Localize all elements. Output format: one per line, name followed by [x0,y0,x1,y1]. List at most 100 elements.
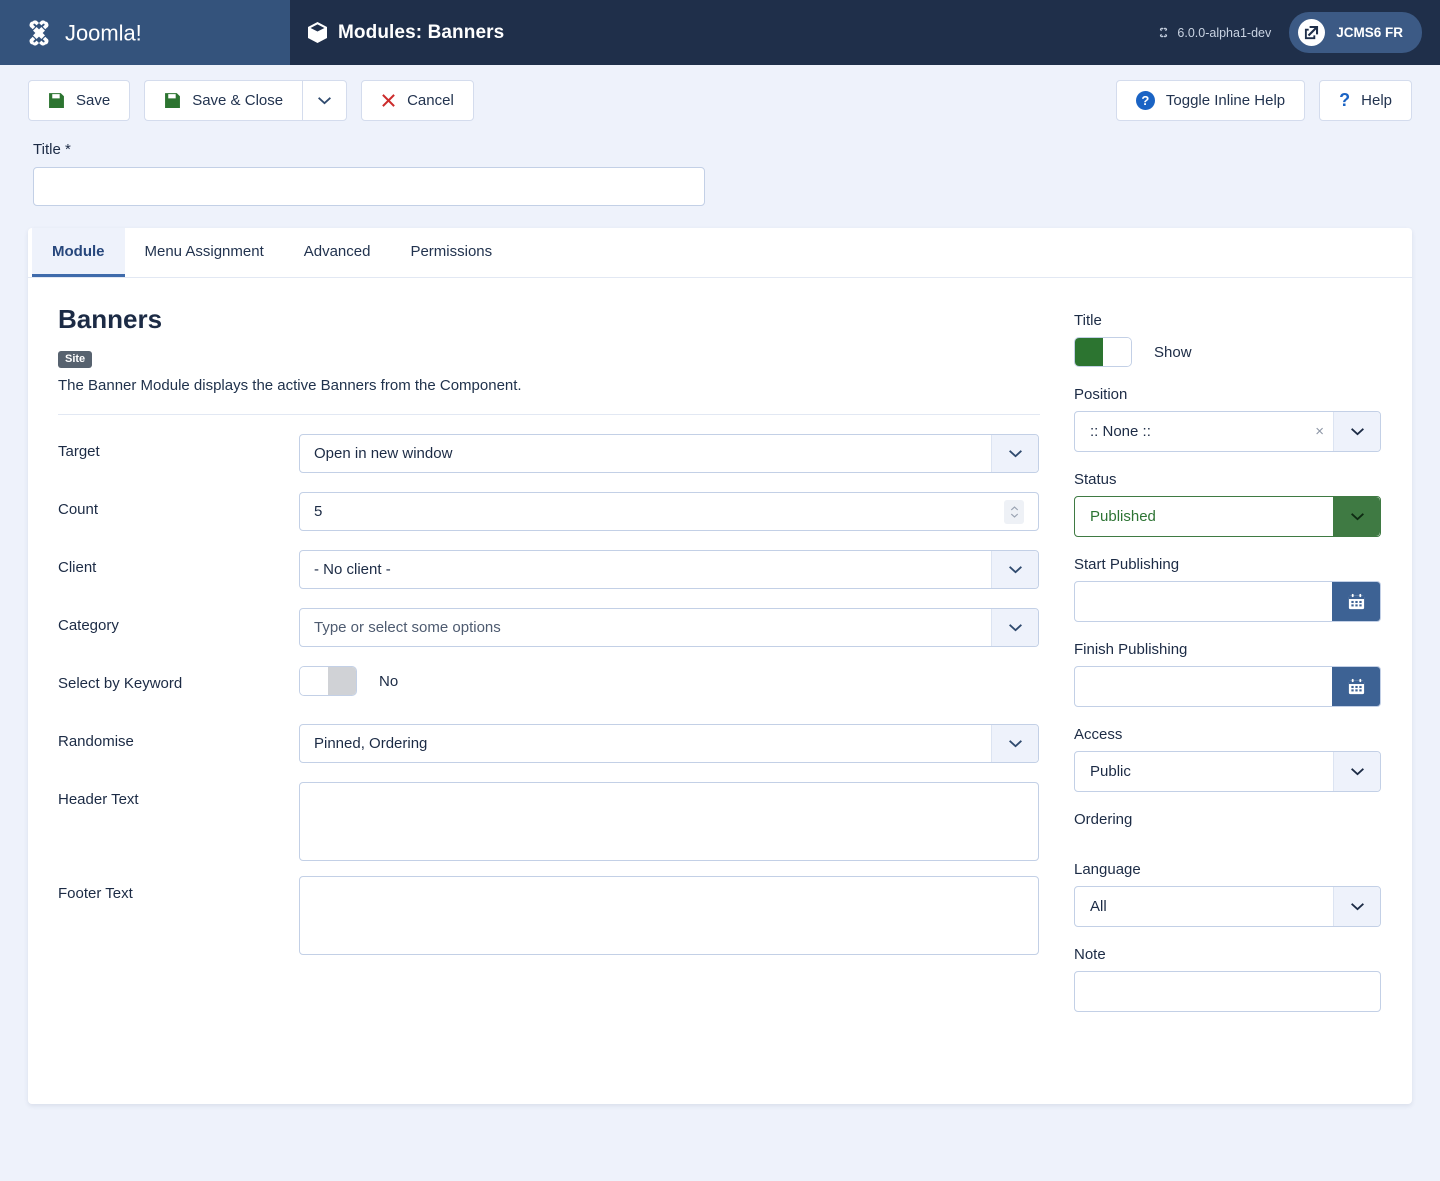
toggle-inline-help-button[interactable]: ? Toggle Inline Help [1115,79,1306,121]
header-text-label: Header Text [58,791,139,808]
brand-area[interactable]: Joomla! [0,0,290,65]
note-input[interactable] [1074,971,1381,1012]
chevron-down-icon [991,551,1038,588]
chevron-down-icon [991,435,1038,472]
ordering-label: Ordering [1074,811,1133,828]
select-by-keyword-toggle[interactable] [299,666,357,696]
calendar-icon[interactable] [1332,667,1380,706]
sidebar-title-label: Title [1074,312,1102,329]
show-title-state: Show [1154,343,1192,361]
help-circle-icon: ? [1135,90,1155,110]
position-value: :: None :: [1090,423,1151,440]
module-edit-card: Module Menu Assignment Advanced Permissi… [28,228,1412,1104]
tab-permissions[interactable]: Permissions [390,228,512,277]
tab-menu-assignment[interactable]: Menu Assignment [125,228,284,277]
field-row-client: Client - No client - [58,539,1040,597]
field-row-footer-text: Footer Text [58,865,1040,959]
module-cube-icon [308,22,327,43]
svg-text:Joomla!: Joomla! [65,20,142,45]
toggle-half-left [1075,338,1103,366]
cancel-button[interactable]: Cancel [361,79,474,121]
toggle-half-left [300,667,328,695]
chevron-down-icon [1333,412,1380,451]
footer-text-label: Footer Text [58,885,133,902]
start-publishing-label: Start Publishing [1074,556,1180,573]
tab-advanced[interactable]: Advanced [284,228,391,277]
access-label: Access [1074,726,1123,743]
version-label: 6.0.0-alpha1-dev [1177,25,1272,40]
tab-bar: Module Menu Assignment Advanced Permissi… [28,228,1412,278]
field-row-header-text: Header Text [58,771,1040,865]
category-select[interactable]: Type or select some options [299,608,1039,647]
joomla-logo: Joomla! [22,16,187,50]
top-bar-main: Modules: Banners 6.0.0-alpha1-dev JCMS6 … [290,0,1440,65]
sidebar-access-block: Access Public [1074,726,1381,792]
client-label: Client [58,559,97,576]
randomise-value: Pinned, Ordering [314,735,428,752]
module-name-heading: Banners [58,304,163,334]
randomise-select[interactable]: Pinned, Ordering [299,724,1039,763]
finish-publishing-input[interactable] [1075,667,1332,706]
status-select[interactable]: Published [1074,496,1381,537]
status-label: Status [1074,471,1117,488]
cancel-button-label: Cancel [407,91,454,109]
sidebar-status-block: Status Published [1074,471,1381,537]
clear-position-icon[interactable]: × [1306,412,1333,451]
chevron-down-icon [1333,497,1380,536]
external-link-icon [1298,19,1326,46]
number-stepper-icon[interactable] [1004,499,1024,524]
target-select[interactable]: Open in new window [299,434,1039,473]
start-publishing-field [1074,581,1381,622]
finish-publishing-label: Finish Publishing [1074,641,1188,658]
save-close-group: Save & Close [144,79,348,121]
sidebar-note-block: Note [1074,946,1381,1012]
joomla-wordmark: Joomla! [65,20,142,45]
position-select[interactable]: :: None :: × [1074,411,1381,452]
toggle-inline-help-label: Toggle Inline Help [1165,91,1286,109]
close-x-icon [381,93,396,108]
sidebar-start-publishing-block: Start Publishing [1074,556,1381,622]
section-divider [58,414,1040,415]
help-button-label: Help [1361,91,1392,109]
save-options-dropdown-button[interactable] [302,79,348,121]
chevron-down-icon [991,725,1038,762]
show-title-toggle[interactable] [1074,337,1132,367]
note-label: Note [1074,946,1106,963]
save-and-close-button[interactable]: Save & Close [144,79,303,121]
access-value: Public [1090,763,1131,780]
save-disk-icon [164,92,181,109]
site-name-label: JCMS6 FR [1336,25,1403,40]
randomise-label: Randomise [58,733,134,750]
chevron-down-icon [1333,887,1380,926]
module-description: The Banner Module displays the active Ba… [58,377,522,394]
help-button[interactable]: ? Help [1319,79,1412,121]
title-input[interactable] [33,167,705,206]
target-label: Target [58,443,100,460]
title-label: Title * [33,141,71,158]
field-row-target: Target Open in new window [58,423,1040,481]
tab-module[interactable]: Module [32,228,125,277]
version-info: 6.0.0-alpha1-dev [1157,26,1271,40]
toolbar-left-group: Save Save & Close Cancel [28,79,474,121]
toolbar: Save Save & Close Cancel ? Toggle Inline… [0,65,1440,135]
sidebar-finish-publishing-block: Finish Publishing [1074,641,1381,707]
site-link-badge[interactable]: JCMS6 FR [1289,12,1422,53]
calendar-icon[interactable] [1332,582,1380,621]
select-by-keyword-label: Select by Keyword [58,675,183,692]
client-select[interactable]: - No client - [299,550,1039,589]
top-bar-right: 6.0.0-alpha1-dev JCMS6 FR [1157,12,1422,53]
save-button[interactable]: Save [28,79,131,121]
status-value: Published [1090,508,1156,525]
access-select[interactable]: Public [1074,751,1381,792]
chevron-down-icon [991,609,1038,646]
top-bar: Joomla! Modules: Banners 6.0.0-alpha1-de… [0,0,1440,65]
sidebar-ordering-block: Ordering [1074,811,1381,842]
header-text-textarea[interactable] [299,782,1039,861]
footer-text-textarea[interactable] [299,876,1039,955]
page-title: Modules: Banners [338,21,505,43]
save-and-close-label: Save & Close [192,91,284,109]
save-button-label: Save [76,91,111,109]
language-select[interactable]: All [1074,886,1381,927]
start-publishing-input[interactable] [1075,582,1332,621]
count-number-input[interactable]: 5 [299,492,1039,531]
